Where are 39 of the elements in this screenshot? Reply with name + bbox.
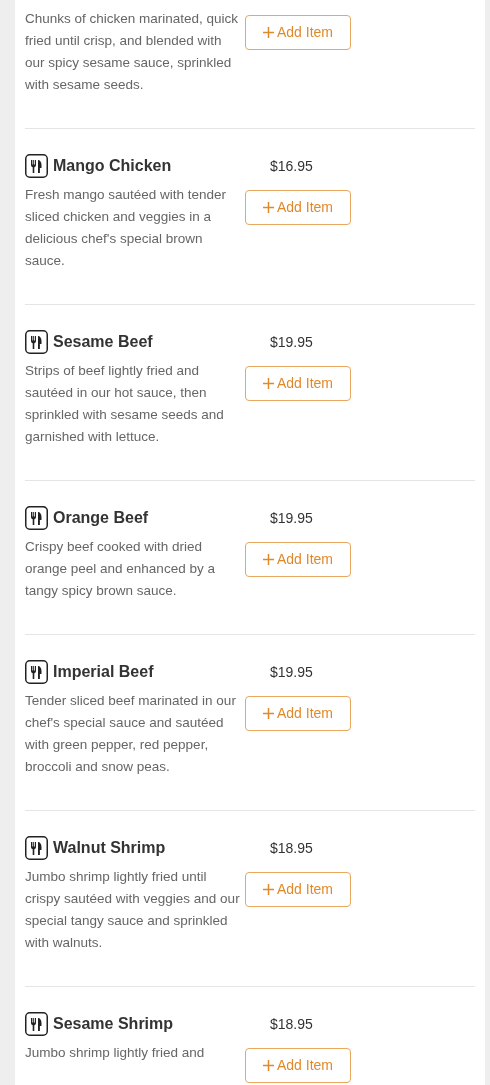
fork-knife-icon [25, 836, 48, 860]
plus-icon [263, 884, 274, 895]
dish-description: Strips of beef lightly fried and sautéed in our hot sauce, then sprinkled with sesame seeds and garnished with lettuce. [25, 362, 225, 446]
dish-name: Imperial Beef [53, 662, 154, 682]
dish-name: Walnut Shrimp [53, 838, 166, 858]
add-item-button[interactable]: Add Item [245, 872, 351, 907]
dish-name: Mango Chicken [53, 156, 172, 176]
add-item-button[interactable]: Add Item [245, 696, 351, 731]
fork-knife-icon [25, 506, 48, 530]
add-item-button[interactable]: Add Item [245, 190, 351, 225]
plus-icon [263, 27, 274, 38]
plus-icon [263, 202, 274, 213]
plus-icon [263, 554, 274, 565]
plus-icon [263, 708, 274, 719]
add-item-button[interactable]: Add Item [245, 366, 351, 401]
fork-knife-icon [25, 660, 48, 684]
dish-price: $18.95 [270, 1015, 313, 1034]
add-item-button[interactable]: Add Item [245, 1048, 351, 1083]
plus-icon [263, 378, 274, 389]
fork-knife-icon [25, 330, 48, 354]
dish-name: Orange Beef [53, 508, 149, 528]
dish-description: Crispy beef cooked with dried orange peel and enhanced by a tangy spicy brown sauce. [25, 538, 216, 600]
dish-price: $19.95 [270, 509, 313, 528]
add-item-button[interactable]: Add Item [245, 542, 351, 577]
dish-price: $19.95 [270, 333, 313, 352]
plus-icon [263, 1060, 274, 1071]
dish-description: Tender sliced beef marinated in our chef's special sauce and sautéed with green pepper, red pepper, broccoli and snow peas. [25, 692, 237, 776]
dish-description: Fresh mango sautéed with tender sliced chicken and veggies in a delicious chef's special brown sauce. [25, 186, 228, 270]
add-item-button[interactable]: Add Item [245, 15, 351, 50]
fork-knife-icon [25, 1012, 48, 1036]
fork-knife-icon [25, 154, 48, 178]
dish-price: $16.95 [270, 157, 313, 176]
dish-description: Jumbo shrimp lightly fried until crispy sautéed with veggies and our special tangy sauce and sprinkled with walnuts. [25, 868, 240, 952]
dish-description: Chunks of chicken marinated, quick fried until crisp, and blended with our spicy sesame sauce, sprinkled with sesame seeds. [25, 10, 240, 94]
dish-name: Sesame Beef [53, 332, 153, 352]
dish-name: Sesame Shrimp [53, 1014, 174, 1034]
dish-description: Jumbo shrimp lightly fried and [25, 1044, 206, 1062]
dish-price: $18.95 [270, 839, 313, 858]
dish-price: $19.95 [270, 663, 313, 682]
